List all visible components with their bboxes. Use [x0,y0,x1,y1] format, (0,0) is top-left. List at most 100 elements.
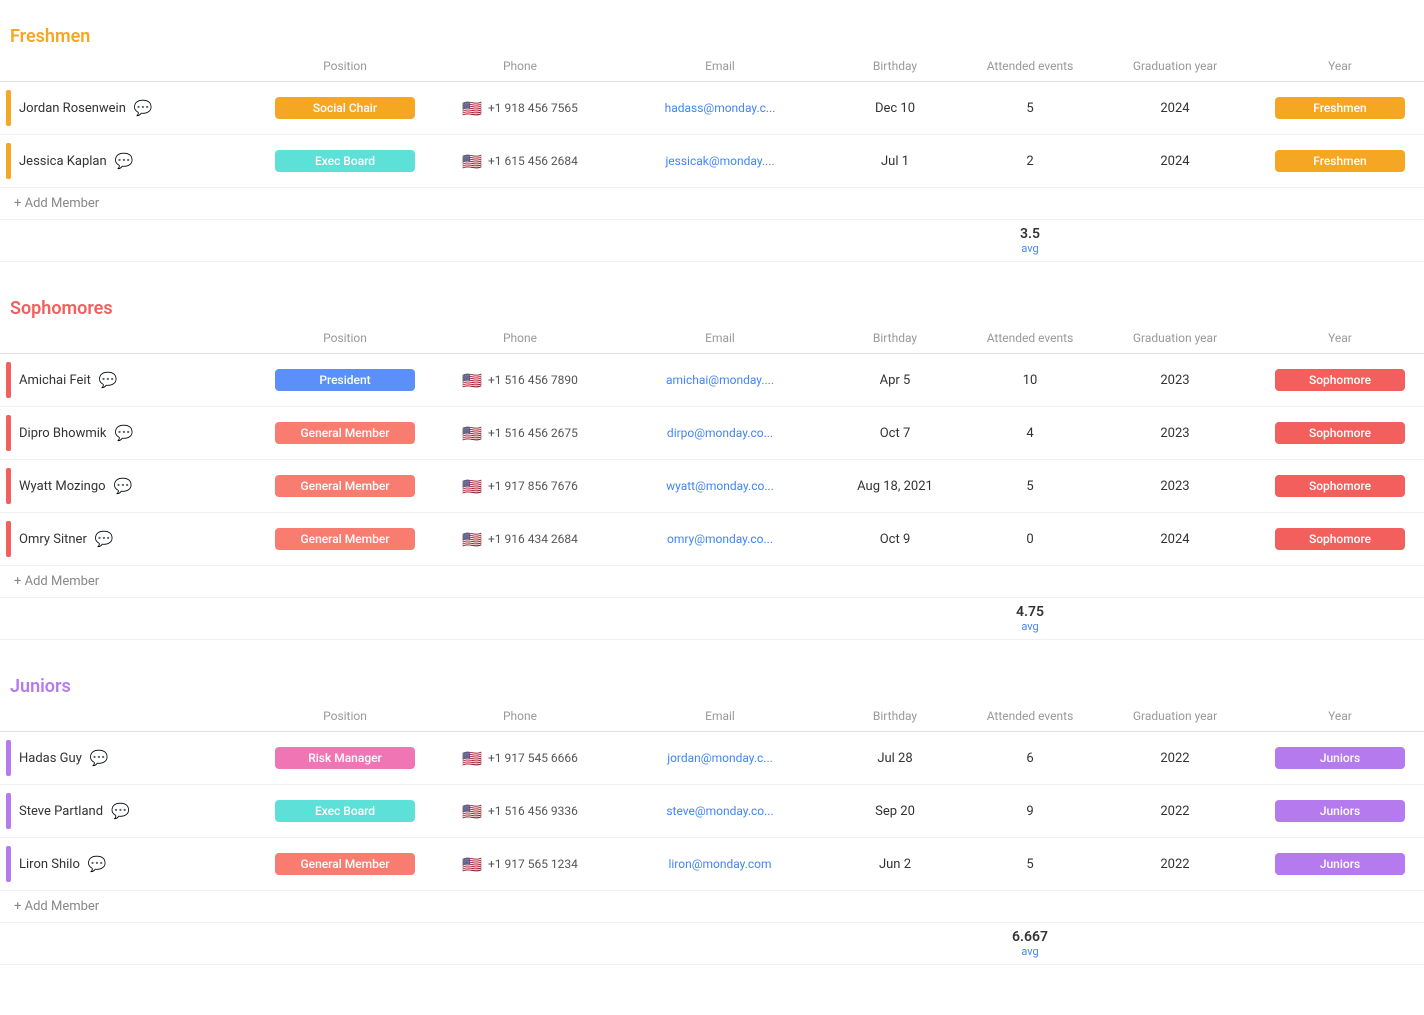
flag-icon: 🇺🇸 [462,424,482,443]
flag-icon: 🇺🇸 [462,371,482,390]
col-header-1: Position [260,55,430,77]
phone-number: +1 615 456 2684 [488,154,578,168]
group-color-bar [6,846,11,882]
email-cell[interactable]: jordan@monday.c... [610,743,830,774]
email-cell[interactable]: amichai@monday.... [610,365,830,396]
chat-icon[interactable]: 💬 [115,152,134,170]
year-badge[interactable]: Juniors [1275,747,1405,769]
col-header-2: Phone [430,327,610,349]
position-badge[interactable]: Exec Board [275,800,415,822]
year-cell: Sophomore [1250,361,1424,399]
email-cell[interactable]: steve@monday.co... [610,796,830,827]
position-badge[interactable]: General Member [275,853,415,875]
year-badge[interactable]: Freshmen [1275,97,1405,119]
email-cell[interactable]: jessicak@monday.... [610,146,830,177]
group-color-bar [6,521,11,557]
col-header-7: Year [1250,55,1424,77]
col-header-5: Attended events [960,705,1100,727]
graduation-year-cell: 2023 [1100,418,1250,449]
avg-number: 6.667 [960,929,1100,945]
avg-number: 4.75 [960,604,1100,620]
chat-icon[interactable]: 💬 [134,99,153,117]
col-header-4: Birthday [830,327,960,349]
member-name: Wyatt Mozingo [19,479,106,494]
section-title-sophomores: Sophomores [10,298,113,319]
name-cell: Hadas Guy💬 [0,732,260,784]
add-member-freshmen[interactable]: + Add Member [0,188,1424,220]
year-badge[interactable]: Juniors [1275,853,1405,875]
chat-icon[interactable]: 💬 [90,749,109,767]
flag-icon: 🇺🇸 [462,99,482,118]
email-cell[interactable]: wyatt@monday.co... [610,471,830,502]
name-cell: Jordan Rosenwein💬 [0,82,260,134]
email-address: jessicak@monday.... [665,154,774,168]
year-cell: Freshmen [1250,142,1424,180]
graduation-year-cell: 2023 [1100,471,1250,502]
col-header-3: Email [610,705,830,727]
birthday-cell: Apr 5 [830,365,960,396]
col-header-4: Birthday [830,55,960,77]
year-cell: Juniors [1250,845,1424,883]
chat-icon[interactable]: 💬 [88,855,107,873]
name-cell: Wyatt Mozingo 💬 [0,460,260,512]
position-badge[interactable]: Social Chair [275,97,415,119]
chat-icon[interactable]: 💬 [95,530,114,548]
section-freshmen: FreshmenPositionPhoneEmailBirthdayAttend… [0,20,1424,262]
group-color-bar [6,793,11,829]
chat-icon[interactable]: 💬 [115,424,134,442]
position-cell: General Member [260,467,430,505]
year-badge[interactable]: Sophomore [1275,369,1405,391]
group-color-bar [6,90,11,126]
position-badge[interactable]: President [275,369,415,391]
position-badge[interactable]: Risk Manager [275,747,415,769]
add-member-sophomores[interactable]: + Add Member [0,566,1424,598]
position-badge[interactable]: Exec Board [275,150,415,172]
attended-events-cell: 4 [960,418,1100,449]
col-header-1: Position [260,705,430,727]
year-badge[interactable]: Sophomore [1275,422,1405,444]
avg-cell: 6.667avg [960,929,1100,958]
add-member-juniors[interactable]: + Add Member [0,891,1424,923]
group-color-bar [6,362,11,398]
email-cell[interactable]: dirpo@monday.co... [610,418,830,449]
year-cell: Sophomore [1250,414,1424,452]
email-cell[interactable]: hadass@monday.c... [610,93,830,124]
attended-events-cell: 5 [960,849,1100,880]
col-headers-sophomores: PositionPhoneEmailBirthdayAttended event… [0,323,1424,354]
email-cell[interactable]: liron@monday.com [610,849,830,880]
phone-cell: 🇺🇸+1 917 856 7676 [430,469,610,504]
email-cell[interactable]: omry@monday.co... [610,524,830,555]
year-badge[interactable]: Juniors [1275,800,1405,822]
position-badge[interactable]: General Member [275,475,415,497]
flag-icon: 🇺🇸 [462,802,482,821]
chat-icon[interactable]: 💬 [99,371,118,389]
name-cell: Jessica Kaplan💬 [0,135,260,187]
name-cell: Amichai Feit💬 [0,354,260,406]
chat-icon[interactable]: 💬 [114,477,133,495]
position-badge[interactable]: General Member [275,422,415,444]
table-row: Wyatt Mozingo 💬 General Member 🇺🇸+1 917 856… [0,460,1424,513]
graduation-year-cell: 2024 [1100,146,1250,177]
flag-icon: 🇺🇸 [462,530,482,549]
year-badge[interactable]: Freshmen [1275,150,1405,172]
name-cell: Dipro Bhowmik 💬 [0,407,260,459]
position-badge[interactable]: General Member [275,528,415,550]
phone-cell: 🇺🇸+1 615 456 2684 [430,144,610,179]
year-badge[interactable]: Sophomore [1275,528,1405,550]
phone-cell: 🇺🇸+1 516 456 2675 [430,416,610,451]
member-name: Dipro Bhowmik [19,426,107,441]
attended-events-cell: 9 [960,796,1100,827]
phone-number: +1 516 456 9336 [488,804,578,818]
table-row: Liron Shilo💬General Member🇺🇸+1 917 565 1… [0,838,1424,891]
avg-cell: 4.75avg [960,604,1100,633]
graduation-year-cell: 2022 [1100,743,1250,774]
position-cell: Social Chair [260,89,430,127]
avg-number: 3.5 [960,226,1100,242]
summary-row-juniors: 6.667avgMay 31 [0,923,1424,965]
email-address: wyatt@monday.co... [666,479,774,493]
year-badge[interactable]: Sophomore [1275,475,1405,497]
birthday-cell: Oct 9 [830,524,960,555]
chat-icon[interactable]: 💬 [111,802,130,820]
year-cell: Juniors [1250,792,1424,830]
name-cell: Liron Shilo💬 [0,838,260,890]
